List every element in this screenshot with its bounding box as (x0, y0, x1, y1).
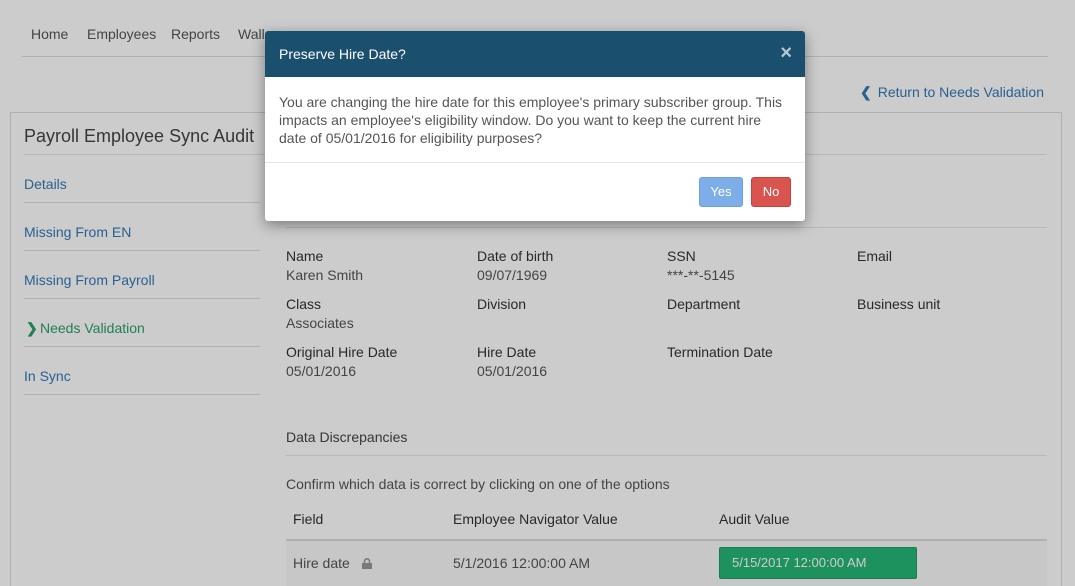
modal-body-text: You are changing the hire date for this … (279, 94, 783, 146)
no-button[interactable]: No (751, 177, 791, 207)
modal-title: Preserve Hire Date? (279, 46, 406, 62)
yes-button[interactable]: Yes (699, 177, 743, 207)
modal-footer: Yes No (265, 162, 805, 221)
close-icon[interactable]: × (780, 42, 792, 65)
preserve-hire-date-modal: Preserve Hire Date? × You are changing t… (265, 31, 805, 221)
modal-header: Preserve Hire Date? × (265, 31, 805, 77)
